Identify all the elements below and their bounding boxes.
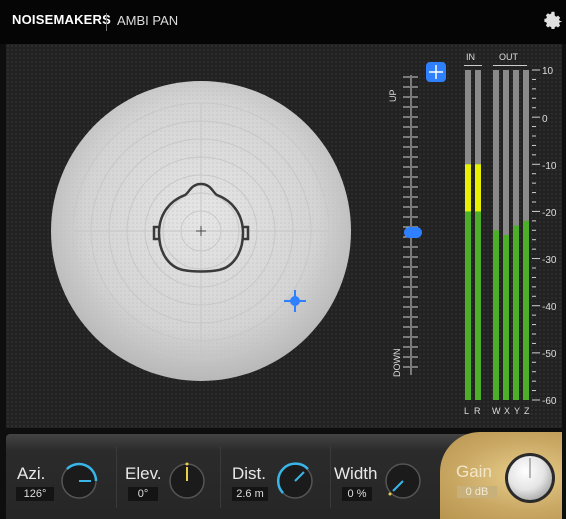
scale-label-minus30: -30 [542,255,557,266]
channel-label-r: R [474,406,481,416]
distance-control: Dist. 2.6 m [222,434,332,519]
elevation-control: Elev. 0° [118,434,224,519]
channel-label-z: Z [524,406,530,416]
width-label: Width [334,464,378,483]
elevation-value[interactable]: 0° [128,487,158,501]
meter-fill-x [503,235,509,400]
gain-label: Gain [456,462,492,481]
gear-icon[interactable] [542,9,564,31]
elevation-knob[interactable] [166,460,208,502]
elevation-label: Elev. [125,464,162,483]
gain-knob[interactable] [504,452,556,504]
channel-label-x: X [504,406,511,416]
meter-bars [465,69,540,401]
meter-fill-w [493,230,499,400]
azimuth-control: Azi. 126° [6,434,116,519]
scale-label-10: 10 [542,66,554,77]
header-divider [106,13,107,31]
elevation-handle[interactable] [404,227,422,238]
channel-label-y: Y [514,406,521,416]
azimuth-knob[interactable] [58,460,100,502]
down-label: DOWN [392,348,402,378]
header-bar: NOISEMAKERS AMBI PAN [0,0,566,44]
ambi-pan-plugin: NOISEMAKERS AMBI PAN UP DOWN IN OUT 10 0… [0,0,566,519]
scale-label-minus60: -60 [542,396,557,407]
meter-peak-r [475,164,481,212]
scale-label-minus40: -40 [542,302,557,313]
meter-fill-z [523,220,529,400]
width-knob[interactable] [382,460,424,502]
channel-label-l: L [464,406,470,416]
up-label: UP [388,89,398,102]
plugin-title: AMBI PAN [117,13,179,28]
width-value[interactable]: 0 % [342,487,372,501]
distance-label: Dist. [232,464,266,483]
meter-fill-y [513,225,519,400]
meter-peak-l [465,164,471,212]
width-control: Width 0 % [332,434,442,519]
channel-label-w: W [492,406,501,416]
gain-panel: Gain 0 dB [440,432,562,519]
elevation-up-icon[interactable] [425,61,447,83]
distance-knob[interactable] [274,460,316,502]
azimuth-label: Azi. [17,464,46,483]
gain-value[interactable]: 0 dB [457,486,497,498]
scale-label-minus50: -50 [542,349,557,360]
azimuth-value[interactable]: 126° [16,487,54,501]
elevation-slider[interactable]: UP DOWN [388,62,446,415]
brand-logo: NOISEMAKERS [12,12,111,27]
distance-value[interactable]: 2.6 m [232,487,268,501]
scale-label-minus10: -10 [542,161,557,172]
scale-label-0: 0 [542,114,548,125]
panner-pad[interactable] [51,81,351,381]
level-meters: IN OUT 10 0 -10 -20 -30 -40 -50 -60 L R … [456,48,562,422]
main-panel: UP DOWN IN OUT 10 0 -10 -20 -30 -40 -50 … [6,44,562,428]
scale-label-minus20: -20 [542,208,557,219]
